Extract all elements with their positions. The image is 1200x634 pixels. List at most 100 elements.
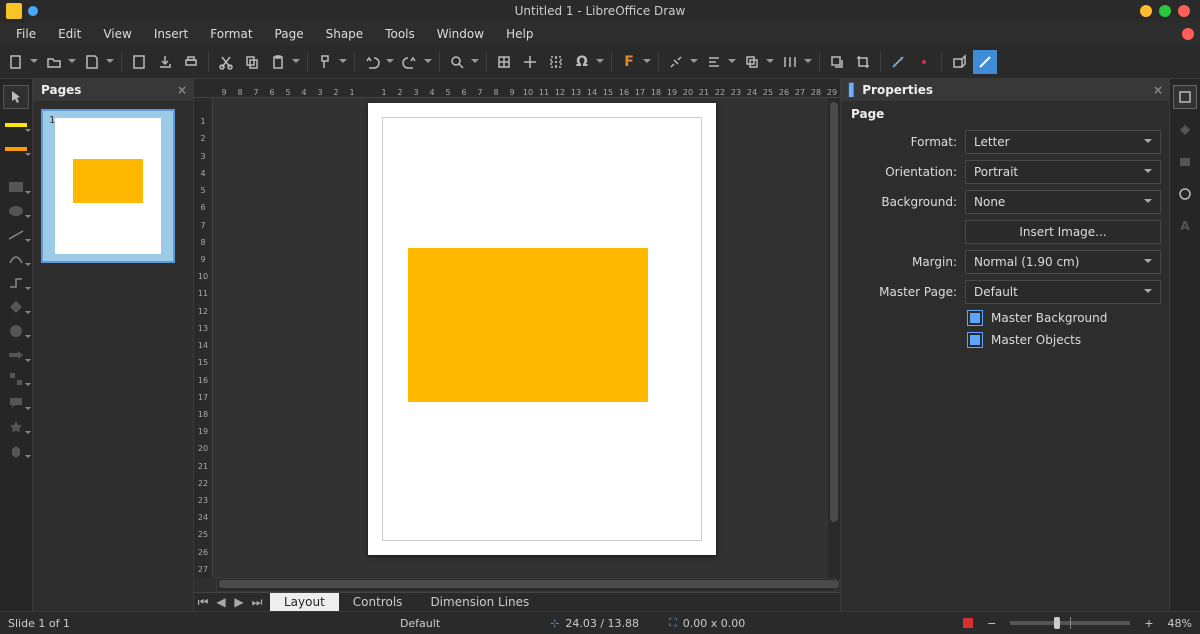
line-color-tool[interactable] — [4, 117, 28, 133]
close-document-button[interactable] — [1182, 28, 1194, 40]
horizontal-ruler[interactable]: 9876543211234567891011121314151617181920… — [194, 79, 840, 98]
show-draw-functions-button[interactable] — [973, 50, 997, 74]
select-tool[interactable] — [3, 85, 29, 109]
properties-section-page[interactable]: Page — [841, 101, 1169, 127]
line-tool[interactable] — [4, 227, 28, 243]
toggle-point-edit-button[interactable] — [886, 50, 910, 74]
arrow-shapes-tool[interactable] — [4, 347, 28, 363]
background-label: Background: — [849, 195, 957, 209]
sidebar-tab-gallery[interactable] — [1174, 151, 1196, 173]
menu-help[interactable]: Help — [496, 24, 543, 44]
canvas[interactable] — [213, 98, 840, 578]
horizontal-scrollbar[interactable] — [216, 578, 836, 592]
open-button[interactable] — [42, 50, 78, 74]
status-layer[interactable]: Default — [400, 617, 440, 630]
sidebar-tab-shapes[interactable] — [1174, 119, 1196, 141]
pages-panel-header: Pages × — [33, 79, 193, 101]
grid-button[interactable] — [492, 50, 516, 74]
menu-page[interactable]: Page — [265, 24, 314, 44]
first-page-button[interactable]: ⏮ — [194, 593, 212, 611]
basic-shapes-tool[interactable] — [4, 299, 28, 315]
page-thumbnail-1[interactable]: 1 — [41, 109, 175, 263]
drawing-area: 9876543211234567891011121314151617181920… — [194, 79, 840, 611]
paste-button[interactable] — [266, 50, 302, 74]
print-button[interactable] — [179, 50, 203, 74]
thumbnail-shape — [73, 159, 143, 203]
copy-button[interactable] — [240, 50, 264, 74]
orientation-select[interactable]: Portrait — [965, 160, 1161, 184]
pages-panel: Pages × 1 — [33, 79, 194, 611]
stars-tool[interactable] — [4, 419, 28, 435]
thumbnail-number: 1 — [49, 115, 55, 126]
save-button[interactable] — [80, 50, 116, 74]
shadow-button[interactable] — [825, 50, 849, 74]
crop-image-button[interactable] — [851, 50, 875, 74]
menu-file[interactable]: File — [6, 24, 46, 44]
fontwork-button[interactable]: F — [617, 50, 653, 74]
margin-select[interactable]: Normal (1.90 cm) — [965, 250, 1161, 274]
sidebar-tab-properties[interactable] — [1173, 85, 1197, 109]
close-pages-panel-button[interactable]: × — [177, 83, 187, 97]
zoom-slider[interactable] — [1010, 621, 1130, 625]
curve-tool[interactable] — [4, 251, 28, 267]
zoom-in-button[interactable]: + — [1144, 617, 1153, 630]
flowchart-tool[interactable] — [4, 371, 28, 387]
snap-guides-button[interactable] — [518, 50, 542, 74]
export-pdf-button[interactable] — [127, 50, 151, 74]
background-select[interactable]: None — [965, 190, 1161, 214]
master-objects-checkbox[interactable] — [967, 332, 983, 348]
insert-hyperlink-button[interactable] — [664, 50, 700, 74]
new-document-button[interactable] — [4, 50, 40, 74]
format-select[interactable]: Letter — [965, 130, 1161, 154]
gluepoints-button[interactable] — [912, 50, 936, 74]
minimize-button[interactable] — [1140, 5, 1152, 17]
close-properties-button[interactable]: × — [1153, 83, 1163, 97]
menu-edit[interactable]: Edit — [48, 24, 91, 44]
master-background-checkbox[interactable] — [967, 310, 983, 326]
status-signature-icon[interactable] — [963, 618, 973, 628]
menu-shape[interactable]: Shape — [316, 24, 374, 44]
menu-format[interactable]: Format — [200, 24, 262, 44]
tab-controls[interactable]: Controls — [339, 593, 417, 611]
arrange-button[interactable] — [740, 50, 776, 74]
toggle-extrusion-button[interactable] — [947, 50, 971, 74]
align-objects-button[interactable] — [702, 50, 738, 74]
menu-window[interactable]: Window — [427, 24, 494, 44]
zoom-button[interactable] — [445, 50, 481, 74]
master-page-select[interactable]: Default — [965, 280, 1161, 304]
menu-tools[interactable]: Tools — [375, 24, 425, 44]
tab-dimension-lines[interactable]: Dimension Lines — [416, 593, 543, 611]
close-window-button[interactable] — [1178, 5, 1190, 17]
undo-button[interactable] — [360, 50, 396, 74]
zoom-out-button[interactable]: − — [987, 617, 996, 630]
maximize-button[interactable] — [1159, 5, 1171, 17]
tab-layout[interactable]: Layout — [270, 593, 339, 611]
symbol-shapes-tool[interactable] — [4, 323, 28, 339]
fill-color-tool[interactable] — [4, 141, 28, 157]
distribute-button[interactable] — [778, 50, 814, 74]
rectangle-tool[interactable] — [4, 179, 28, 195]
3d-objects-tool[interactable] — [4, 443, 28, 459]
export-button[interactable] — [153, 50, 177, 74]
rectangle-shape[interactable] — [408, 248, 648, 402]
sidebar-tab-styles[interactable]: A — [1174, 215, 1196, 237]
prev-page-button[interactable]: ◀ — [212, 593, 230, 611]
cut-button[interactable] — [214, 50, 238, 74]
redo-button[interactable] — [398, 50, 434, 74]
connector-tool[interactable] — [4, 275, 28, 291]
vertical-ruler[interactable]: 1234567891011121314151617181920212223242… — [194, 98, 213, 578]
vertical-scrollbar[interactable] — [828, 98, 840, 578]
menu-insert[interactable]: Insert — [144, 24, 198, 44]
clone-formatting-button[interactable] — [313, 50, 349, 74]
callout-tool[interactable] — [4, 395, 28, 411]
sidebar-tab-navigator[interactable] — [1174, 183, 1196, 205]
insert-image-button[interactable]: Insert Image... — [965, 220, 1161, 244]
last-page-button[interactable]: ⏭ — [248, 593, 266, 611]
special-character-button[interactable]: Ω — [570, 50, 606, 74]
ellipse-tool[interactable] — [4, 203, 28, 219]
status-slide[interactable]: Slide 1 of 1 — [8, 617, 70, 630]
menu-view[interactable]: View — [93, 24, 141, 44]
next-page-button[interactable]: ▶ — [230, 593, 248, 611]
zoom-value[interactable]: 48% — [1168, 617, 1192, 630]
helplines-button[interactable] — [544, 50, 568, 74]
